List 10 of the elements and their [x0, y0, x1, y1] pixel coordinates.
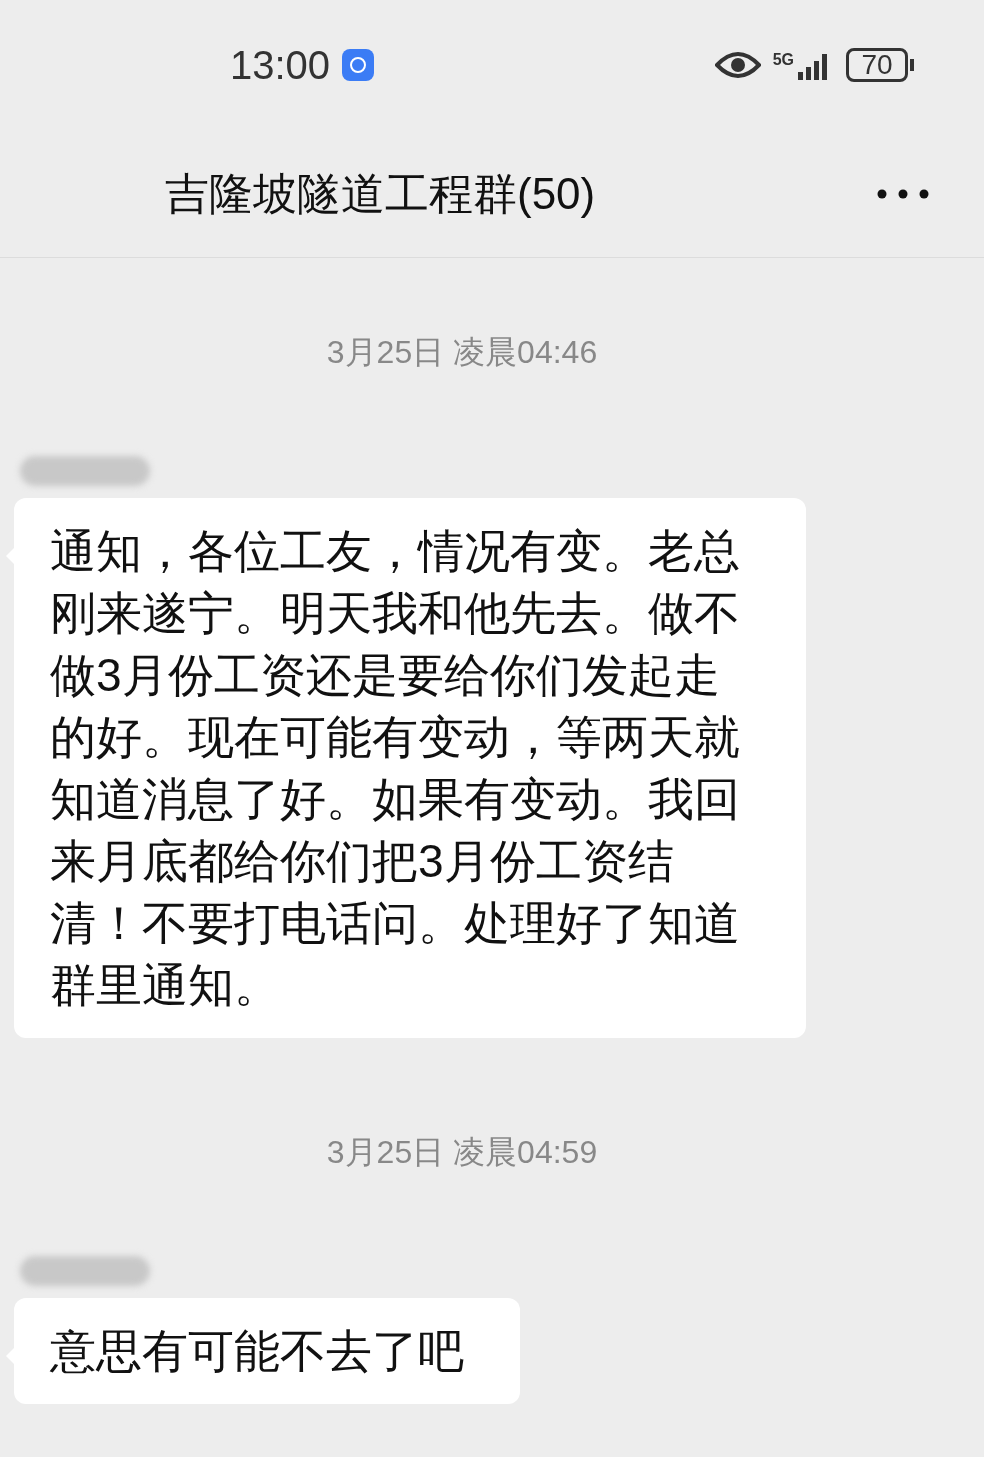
message-timestamp: 3月25日 凌晨04:59 — [326, 1134, 598, 1170]
message-bubble: 意思有可能不去了吧 — [14, 1298, 520, 1404]
clock-time: 13:00 — [230, 42, 331, 89]
battery-level: 70 — [846, 48, 908, 82]
network-type: 5G — [772, 52, 794, 68]
more-icon[interactable] — [877, 188, 929, 199]
message-bubble: 通知，各位工友，情况有变。老总刚来遂宁。明天我和他先去。做不做3月份工资还是要给你们发起走的好。现在可能有变动，等两天就知道消息了好。如果有变动。我回来月底都给你们把3月份工资结清！不要打电话问。处理好了知道群里通知。 — [14, 498, 806, 1038]
chat-title: 吉隆坡隧道工程群(50) — [165, 167, 596, 220]
eye-icon — [714, 51, 761, 79]
message-timestamp: 3月25日 凌晨04:46 — [326, 334, 598, 370]
